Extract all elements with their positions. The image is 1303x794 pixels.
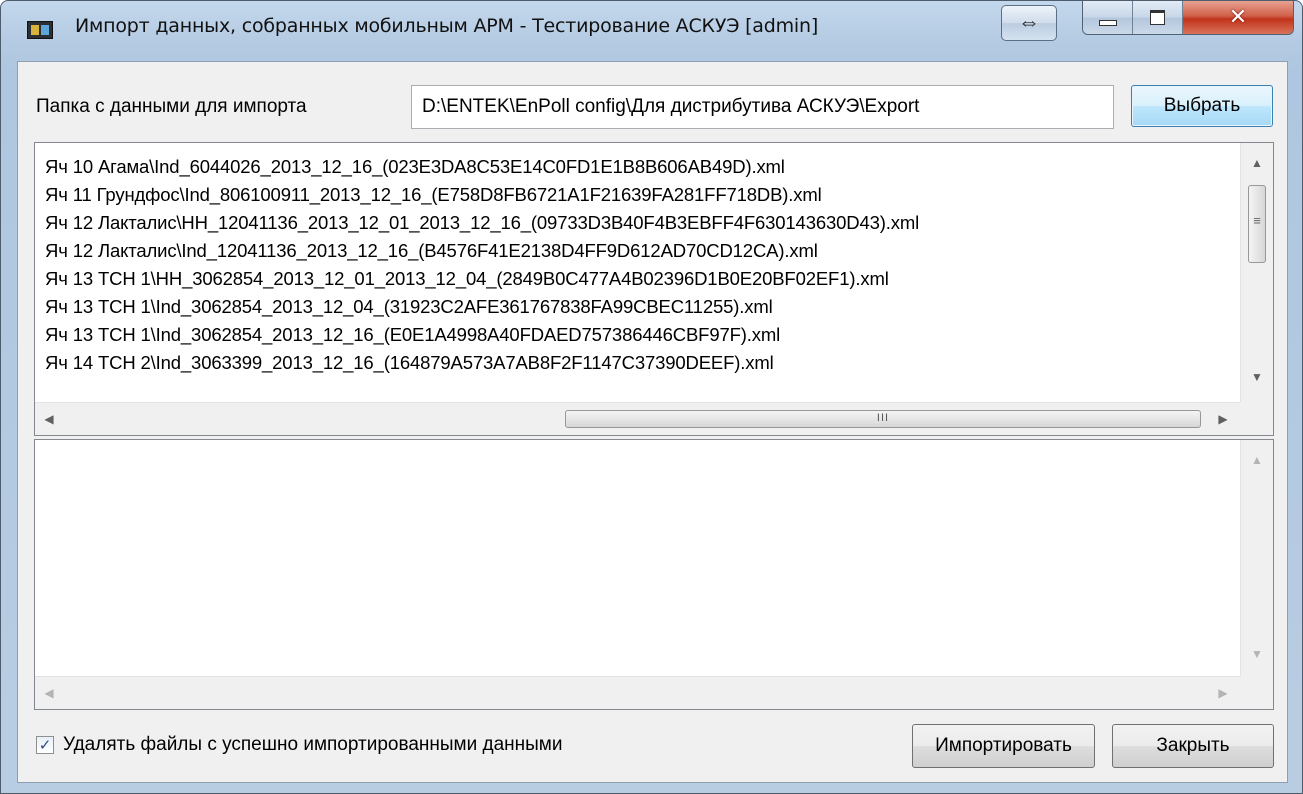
close-window-button[interactable]: ✕ [1183,1,1293,34]
scroll-right-icon[interactable]: ▶ [1213,685,1233,701]
maximize-icon [1150,10,1165,25]
file-list-item[interactable]: Яч 12 Лакталис\Ind_12041136_2013_12_16_(… [45,237,919,265]
maximize-button[interactable] [1133,1,1183,34]
files-horizontal-scrollbar[interactable]: ◀ III ▶ [35,402,1240,435]
file-list-item[interactable]: Яч 13 ТСН 1\Ind_3062854_2013_12_16_(E0E1… [45,321,919,349]
files-horizontal-thumb[interactable]: III [565,410,1201,428]
thumb-grip-icon: ≡ [1253,213,1261,228]
import-dialog-window: Импорт данных, собранных мобильным АРМ -… [0,0,1303,794]
folder-label: Папка с данными для импорта [36,96,307,117]
file-list-item[interactable]: Яч 13 ТСН 1\HH_3062854_2013_12_01_2013_1… [45,265,919,293]
scroll-up-icon[interactable]: ▲ [1247,155,1267,171]
log-vertical-scrollbar[interactable]: ▲ ▼ [1240,440,1273,678]
scroll-corner [1240,676,1273,709]
delete-files-option[interactable]: ✓ Удалять файлы с успешно импортированны… [36,734,562,756]
import-button[interactable]: Импортировать [912,724,1095,768]
resize-arrows-button[interactable]: ⇔ [1001,5,1057,41]
file-list-item[interactable]: Яч 14 ТСН 2\Ind_3063399_2013_12_16_(1648… [45,349,919,377]
files-vertical-thumb[interactable]: ≡ [1248,185,1266,263]
app-icon [27,21,53,39]
delete-files-label[interactable]: Удалять файлы с успешно импортированными… [63,734,562,756]
import-log-list[interactable]: ▲ ▼ ◀ ▶ [34,439,1274,710]
browse-button[interactable]: Выбрать [1131,85,1273,127]
delete-files-checkbox[interactable]: ✓ [36,736,54,754]
file-list-item[interactable]: Яч 13 ТСН 1\Ind_3062854_2013_12_04_(3192… [45,293,919,321]
scroll-corner [1240,402,1273,435]
resize-arrows-icon: ⇔ [1018,9,1040,34]
file-list-item[interactable]: Яч 11 Грундфос\Ind_806100911_2013_12_16_… [45,181,919,209]
scroll-down-icon[interactable]: ▼ [1247,369,1267,385]
files-list-content: Яч 10 Агама\Ind_6044026_2013_12_16_(023E… [45,153,919,377]
window-title: Импорт данных, собранных мобильным АРМ -… [75,15,819,37]
files-list[interactable]: Яч 10 Агама\Ind_6044026_2013_12_16_(023E… [34,142,1274,436]
scroll-right-icon[interactable]: ▶ [1213,411,1233,427]
scroll-left-icon[interactable]: ◀ [39,411,59,427]
minimize-button[interactable] [1083,1,1133,34]
scroll-left-icon[interactable]: ◀ [39,685,59,701]
minimize-icon [1098,19,1117,26]
check-icon: ✓ [38,737,52,754]
close-icon: ✕ [1228,5,1248,30]
dialog-client-area: Папка с данными для импорта Выбрать Яч 1… [17,61,1288,783]
caption-buttons: ✕ [1082,1,1294,35]
title-bar[interactable]: Импорт данных, собранных мобильным АРМ -… [1,1,1302,61]
folder-path-input[interactable] [411,85,1114,129]
scroll-down-icon[interactable]: ▼ [1247,646,1267,662]
files-vertical-scrollbar[interactable]: ▲ ≡ ▼ [1240,143,1273,404]
file-list-item[interactable]: Яч 10 Агама\Ind_6044026_2013_12_16_(023E… [45,153,919,181]
scroll-up-icon[interactable]: ▲ [1247,452,1267,468]
file-list-item[interactable]: Яч 12 Лакталис\HH_12041136_2013_12_01_20… [45,209,919,237]
close-button[interactable]: Закрыть [1112,724,1274,768]
log-horizontal-scrollbar[interactable]: ◀ ▶ [35,676,1240,709]
